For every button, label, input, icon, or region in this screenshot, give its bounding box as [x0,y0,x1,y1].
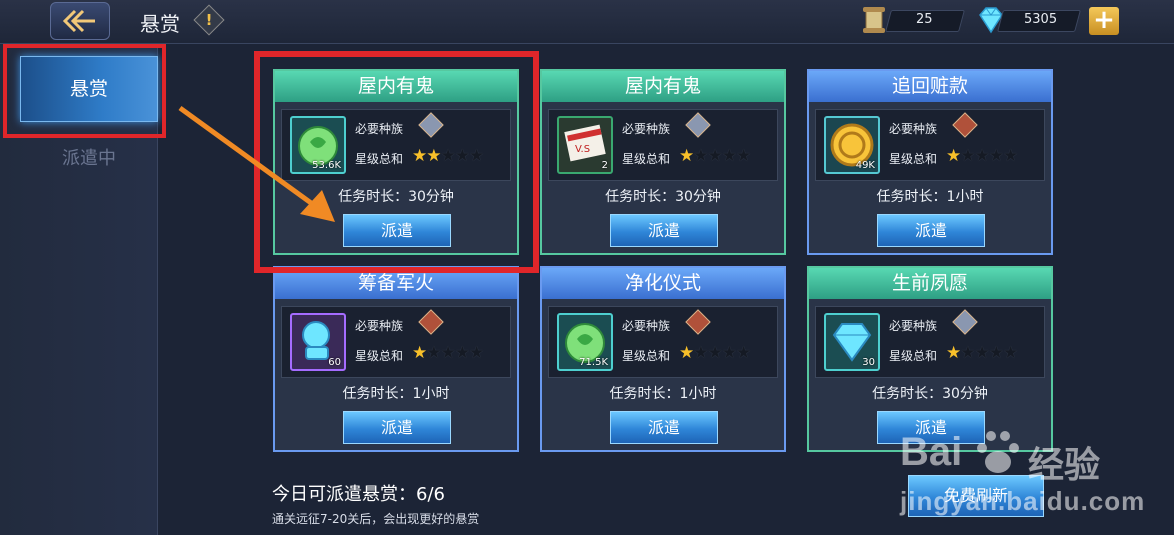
watermark-cn: 经验 [1028,445,1101,486]
star-empty-icon: ★ [707,146,723,166]
star-empty-icon: ★ [960,146,975,166]
dispatch-button[interactable]: 派遣 [610,214,718,247]
card-title: 生前夙愿 [809,268,1051,299]
star-empty-icon: ★ [426,343,441,363]
star-empty-icon: ★ [469,343,484,363]
silver-race-icon[interactable] [685,112,711,138]
task-duration: 任务时长：1小时 [609,386,717,402]
reward-count: 71.5K [579,357,608,368]
star-empty-icon: ★ [721,343,737,363]
red-race-icon[interactable] [952,112,978,138]
star-rating: ★★★★★ [946,146,1018,166]
star-filled-icon: ★ [412,343,427,363]
star-total-label: 星级总和 [622,349,671,363]
star-empty-icon: ★ [721,146,737,166]
reward-item-slot[interactable]: 60 [290,313,346,371]
star-empty-icon: ★ [974,146,990,166]
star-rating: ★★★★★ [412,343,484,363]
star-empty-icon: ★ [988,146,1004,166]
star-total-label: 星级总和 [889,349,938,363]
card-title: 屋内有鬼 [542,71,784,102]
watermark-url: jingyan.baidu.com [900,486,1146,516]
annotation-box-tab [3,44,166,138]
gem-count: 5305 [1024,12,1058,27]
required-race-label: 必要种族 [889,122,938,136]
star-rating: ★★★★★ [679,343,751,363]
star-empty-icon: ★ [1003,146,1018,166]
card-title: 净化仪式 [542,268,784,299]
card-title: 追回赃款 [809,71,1051,102]
card-requirements: 30 必要种族 星级总和 ★★★★★ [815,306,1045,378]
annotation-arrow [178,105,335,222]
red-race-icon[interactable] [418,309,444,335]
star-empty-icon: ★ [1003,343,1018,363]
star-filled-icon: ★ [946,343,961,363]
star-total-label: 星级总和 [622,152,671,166]
bounty-card[interactable]: 屋内有鬼 V.S 2 必要种族 星级总和 ★★★★★ 任务时长：30分钟 派遣 [540,69,786,255]
star-empty-icon: ★ [736,343,751,363]
card-requirements: V.S 2 必要种族 星级总和 ★★★★★ [548,109,778,181]
star-filled-icon: ★ [679,146,694,166]
reward-count: 49K [855,160,875,171]
card-requirements: 60 必要种族 星级总和 ★★★★★ [281,306,511,378]
reward-item-slot[interactable]: 49K [824,116,880,174]
top-bar: 悬赏 ! 25 5305 + [0,0,1174,44]
reward-item-slot[interactable]: V.S 2 [557,116,613,174]
svg-text:V.S: V.S [575,144,590,155]
unlock-hint: 通关远征7-20关后，会出现更好的悬赏 [272,512,480,526]
reward-item-slot[interactable]: 71.5K [557,313,613,371]
card-requirements: 71.5K 必要种族 星级总和 ★★★★★ [548,306,778,378]
page-title: 悬赏 [140,12,180,36]
baidu-watermark: Bai 经验 jingyan.baidu.com [900,420,1170,530]
star-empty-icon: ★ [736,146,751,166]
reward-count: 60 [328,357,341,368]
required-race-label: 必要种族 [889,319,938,333]
dispatch-button[interactable]: 派遣 [610,411,718,444]
red-race-icon[interactable] [685,309,711,335]
star-empty-icon: ★ [960,343,975,363]
star-empty-icon: ★ [707,343,723,363]
star-total-label: 星级总和 [355,349,404,363]
paw-icon [977,431,1019,473]
dispatch-button[interactable]: 派遣 [877,214,985,247]
bounty-card[interactable]: 净化仪式 71.5K 必要种族 星级总和 ★★★★★ 任务时长：1小时 派遣 [540,266,786,452]
tab-dispatched[interactable]: 派遣中 [20,144,158,169]
dispatch-button[interactable]: 派遣 [343,411,451,444]
scroll-count: 25 [916,12,933,27]
star-total-label: 星级总和 [889,152,938,166]
star-filled-icon: ★ [679,343,694,363]
task-duration: 任务时长：30分钟 [872,386,988,402]
star-empty-icon: ★ [693,146,708,166]
alert-icon[interactable]: ! [193,4,225,36]
task-duration: 任务时长：1小时 [876,189,984,205]
bounty-card[interactable]: 筹备军火 60 必要种族 星级总和 ★★★★★ 任务时长：1小时 派遣 [273,266,519,452]
star-filled-icon: ★ [946,146,961,166]
card-requirements: 49K 必要种族 星级总和 ★★★★★ [815,109,1045,181]
required-race-label: 必要种族 [622,319,671,333]
star-empty-icon: ★ [693,343,708,363]
required-race-label: 必要种族 [355,319,404,333]
silver-race-icon[interactable] [952,309,978,335]
task-duration: 任务时长：30分钟 [605,189,721,205]
reward-count: 30 [862,357,875,368]
star-rating: ★★★★★ [946,343,1018,363]
star-empty-icon: ★ [440,343,456,363]
back-button[interactable] [50,2,110,40]
add-gems-button[interactable]: + [1089,7,1119,35]
task-duration: 任务时长：1小时 [342,386,450,402]
back-arrow-icon [62,9,95,33]
star-empty-icon: ★ [974,343,990,363]
star-empty-icon: ★ [988,343,1004,363]
required-race-label: 必要种族 [622,122,671,136]
reward-item-slot[interactable]: 30 [824,313,880,371]
reward-count: 2 [601,160,608,171]
star-rating: ★★★★★ [679,146,751,166]
watermark-logo: Bai [900,430,963,474]
star-empty-icon: ★ [454,343,470,363]
bounty-card[interactable]: 追回赃款 49K 必要种族 星级总和 ★★★★★ 任务时长：1小时 派遣 [807,69,1053,255]
daily-dispatch-count: 今日可派遣悬赏：6/6 [272,484,445,505]
